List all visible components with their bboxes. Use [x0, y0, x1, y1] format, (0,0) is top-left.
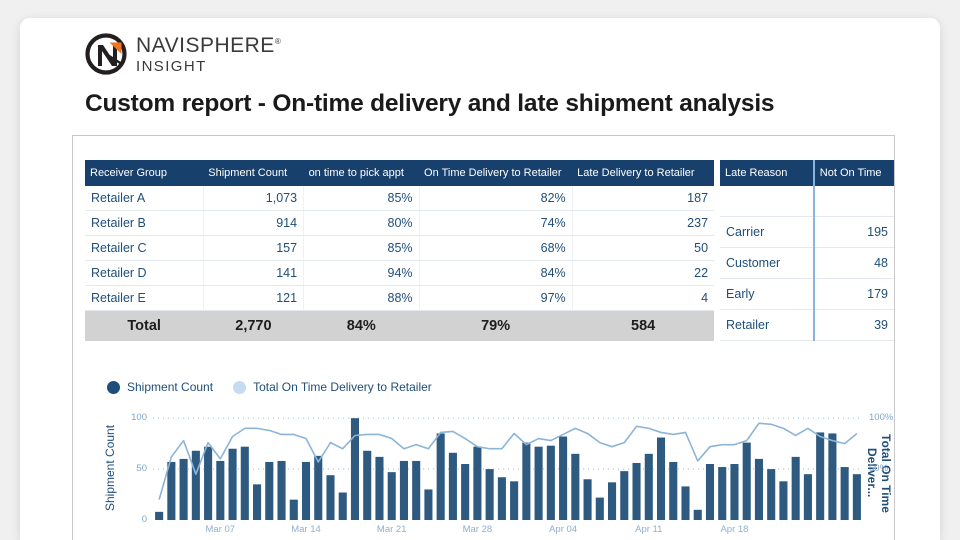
chart-legend: Shipment Count Total On Time Delivery to…: [107, 380, 432, 394]
column-header-late-reason[interactable]: Late Reason: [720, 160, 814, 186]
cell-not-on-time: 195: [814, 216, 894, 247]
legend-item-shipment-count[interactable]: Shipment Count: [107, 380, 213, 394]
x-axis-tick: Apr 11: [627, 524, 671, 535]
table-row[interactable]: Retailer B 914 80% 74% 237: [85, 211, 714, 236]
cell-late-reason: [720, 186, 814, 216]
table-body: Retailer A 1,073 85% 82% 187 Retailer B …: [85, 186, 714, 341]
x-axis-tick: Apr 18: [712, 524, 756, 535]
x-axis-tick: Mar 07: [198, 524, 242, 535]
legend-swatch-icon: [107, 381, 120, 394]
cell-not-on-time: 39: [814, 309, 894, 340]
cell-on-time-pick-appt: 80%: [304, 211, 419, 236]
cell-on-time-delivery: 68%: [419, 236, 572, 261]
legend-label: Total On Time Delivery to Retailer: [253, 380, 432, 394]
table-row[interactable]: Retailer 39: [720, 309, 894, 340]
cell-shipment-count: 141: [203, 261, 303, 286]
table-row[interactable]: Retailer A 1,073 85% 82% 187: [85, 186, 714, 211]
x-axis-tick: Mar 21: [370, 524, 414, 535]
table-row[interactable]: Retailer C 157 85% 68% 50: [85, 236, 714, 261]
combo-chart: Shipment Count Total On Time Deliver... …: [103, 406, 893, 538]
plot-area: [153, 408, 863, 520]
table-row[interactable]: Carrier 195: [720, 216, 894, 247]
report-page: NAVISPHERE® INSIGHT Custom report - On-t…: [20, 18, 940, 540]
cell-on-time-pick-appt: 88%: [304, 286, 419, 311]
column-header-not-on-time[interactable]: Not On Time: [814, 160, 894, 186]
cell-shipment-count: 121: [203, 286, 303, 311]
cell-on-time-delivery: 97%: [419, 286, 572, 311]
cell-on-time-pick-appt: 94%: [304, 261, 419, 286]
tables-container: Receiver Group Shipment Count on time to…: [85, 160, 894, 341]
report-panel: Receiver Group Shipment Count on time to…: [72, 135, 895, 540]
y-axis-title: Shipment Count: [103, 408, 121, 528]
y-axis-tick: 100: [121, 412, 147, 423]
y-axis-tick: 50: [121, 463, 147, 474]
page-title: Custom report - On-time delivery and lat…: [85, 90, 774, 118]
table-row[interactable]: Retailer D 141 94% 84% 22: [85, 261, 714, 286]
cell-late-reason: Early: [720, 278, 814, 309]
table-body: Carrier 195 Customer 48 Early 179 Retail…: [720, 186, 894, 341]
cell-shipment-count: 157: [203, 236, 303, 261]
cell-on-time-pick-appt: 85%: [304, 236, 419, 261]
column-header-shipment-count[interactable]: Shipment Count: [203, 160, 303, 186]
cell-late-reason: Retailer: [720, 309, 814, 340]
legend-swatch-icon: [233, 381, 246, 394]
logo-name-primary: NAVISPHERE: [136, 34, 275, 57]
column-header-on-time-delivery-to-retailer[interactable]: On Time Delivery to Retailer: [419, 160, 572, 186]
navisphere-insight-logo: NAVISPHERE® INSIGHT: [85, 33, 281, 75]
cell-total-shipment-count: 2,770: [203, 311, 303, 342]
table-row[interactable]: Customer 48: [720, 247, 894, 278]
cell-total-on-time-pick-appt: 84%: [304, 311, 419, 342]
receiver-group-table: Receiver Group Shipment Count on time to…: [85, 160, 714, 341]
cell-receiver-group: Retailer B: [85, 211, 203, 236]
column-header-receiver-group[interactable]: Receiver Group: [85, 160, 203, 186]
table-row[interactable]: Early 179: [720, 278, 894, 309]
cell-on-time-delivery: 82%: [419, 186, 572, 211]
cell-on-time-pick-appt: 85%: [304, 186, 419, 211]
cell-late-reason: Carrier: [720, 216, 814, 247]
table-total-row: Total 2,770 84% 79% 584: [85, 311, 714, 342]
cell-receiver-group: Retailer A: [85, 186, 203, 211]
y-axis-tick: 0: [121, 514, 147, 525]
cell-late-delivery: 22: [572, 261, 714, 286]
cell-late-delivery: 50: [572, 236, 714, 261]
x-axis-tick: Mar 14: [284, 524, 328, 535]
secondary-y-axis-tick: 50%: [869, 463, 899, 474]
table-header-row: Late Reason Not On Time: [720, 160, 894, 186]
column-header-late-delivery-to-retailer[interactable]: Late Delivery to Retailer: [572, 160, 714, 186]
cell-late-delivery: 237: [572, 211, 714, 236]
legend-label: Shipment Count: [127, 380, 213, 394]
cell-receiver-group: Retailer D: [85, 261, 203, 286]
table-header-row: Receiver Group Shipment Count on time to…: [85, 160, 714, 186]
cell-shipment-count: 914: [203, 211, 303, 236]
x-axis-tick: Apr 04: [541, 524, 585, 535]
cell-total-on-time-delivery: 79%: [419, 311, 572, 342]
registered-trademark-icon: ®: [275, 37, 281, 46]
column-header-on-time-to-pick-appt[interactable]: on time to pick appt: [304, 160, 419, 186]
cell-on-time-delivery: 84%: [419, 261, 572, 286]
cell-late-reason: Customer: [720, 247, 814, 278]
x-axis-tick: Mar 28: [455, 524, 499, 535]
cell-shipment-count: 1,073: [203, 186, 303, 211]
cell-total-late-delivery: 584: [572, 311, 714, 342]
legend-item-total-on-time-delivery[interactable]: Total On Time Delivery to Retailer: [233, 380, 432, 394]
cell-on-time-delivery: 74%: [419, 211, 572, 236]
navisphere-circle-n-logo-icon: [85, 33, 127, 75]
cell-not-on-time: 179: [814, 278, 894, 309]
cell-not-on-time: [814, 186, 894, 216]
cell-total-label: Total: [85, 311, 203, 342]
table-row[interactable]: [720, 186, 894, 216]
cell-receiver-group: Retailer C: [85, 236, 203, 261]
cell-receiver-group: Retailer E: [85, 286, 203, 311]
cell-not-on-time: 48: [814, 247, 894, 278]
logo-name-secondary: INSIGHT: [136, 59, 281, 74]
table-row[interactable]: Retailer E 121 88% 97% 4: [85, 286, 714, 311]
late-reason-table: Late Reason Not On Time Carrier 195 Cust…: [720, 160, 894, 341]
cell-late-delivery: 187: [572, 186, 714, 211]
secondary-y-axis-tick: 100%: [869, 412, 899, 423]
cell-late-delivery: 4: [572, 286, 714, 311]
